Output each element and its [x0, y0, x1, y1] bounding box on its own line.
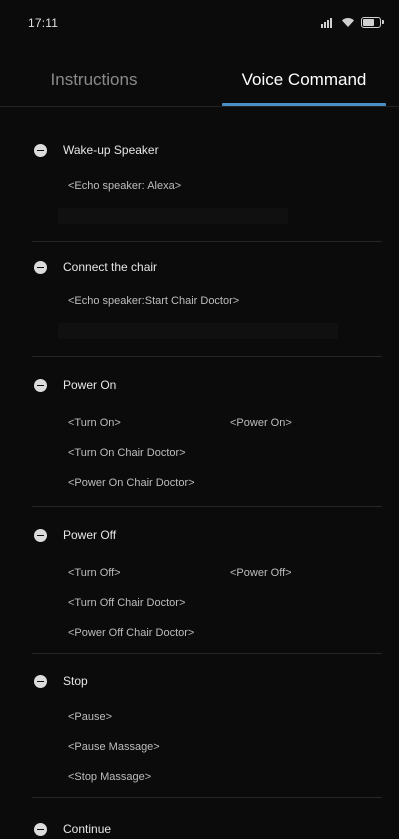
voice-command: <Turn On Chair Doctor> — [68, 447, 186, 459]
collapse-icon[interactable] — [34, 528, 47, 542]
divider — [32, 241, 382, 242]
status-bar: 17:11 — [0, 0, 399, 44]
collapse-icon[interactable] — [34, 822, 47, 836]
status-time: 17:11 — [28, 16, 59, 30]
section-power-off: Power Off <Turn Off> <Power Off> <Turn O… — [34, 525, 382, 639]
section-header[interactable]: Power Off — [34, 525, 382, 545]
divider — [32, 356, 382, 357]
voice-command: <Echo speaker: Alexa> — [68, 180, 182, 192]
signal-icon — [321, 16, 335, 28]
collapse-icon[interactable] — [34, 378, 47, 392]
tab-bar: Instructions Voice Command — [0, 54, 399, 107]
section-header[interactable]: Connect the chair — [34, 257, 382, 277]
section-header[interactable]: Power On — [34, 375, 382, 395]
status-icons — [321, 14, 384, 30]
section-title: Wake-up Speaker — [63, 143, 159, 157]
section-header[interactable]: Stop — [34, 671, 382, 691]
tab-selected-indicator — [222, 103, 386, 106]
voice-command: <Pause Massage> — [68, 741, 160, 753]
section-continue: Continue — [34, 819, 382, 839]
voice-command: <Power On Chair Doctor> — [68, 477, 195, 489]
collapse-icon[interactable] — [34, 143, 47, 157]
blank-bar — [58, 208, 288, 224]
section-power-on: Power On <Turn On> <Power On> <Turn On C… — [34, 375, 382, 489]
section-title: Stop — [63, 674, 88, 688]
section-header[interactable]: Continue — [34, 819, 382, 839]
section-connect-the-chair: Connect the chair <Echo speaker:Start Ch… — [34, 257, 382, 339]
collapse-icon[interactable] — [34, 674, 47, 688]
voice-command: <Turn Off> — [68, 567, 121, 579]
tab-instructions[interactable]: Instructions — [24, 54, 164, 106]
wifi-icon — [342, 18, 354, 27]
section-title: Power On — [63, 378, 117, 392]
section-title: Connect the chair — [63, 260, 158, 274]
voice-command: <Power Off> — [230, 567, 292, 579]
divider — [32, 653, 382, 654]
collapse-icon[interactable] — [34, 260, 47, 274]
voice-command: <Turn On> — [68, 417, 121, 429]
tab-voice-command[interactable]: Voice Command — [222, 54, 386, 106]
voice-command: <Power Off Chair Doctor> — [68, 627, 195, 639]
section-title: Power Off — [63, 528, 117, 542]
voice-command: <Echo speaker:Start Chair Doctor> — [68, 295, 240, 307]
battery-icon — [361, 16, 384, 28]
section-wake-up-speaker: Wake-up Speaker <Echo speaker: Alexa> — [34, 140, 382, 224]
voice-command: <Turn Off Chair Doctor> — [68, 597, 186, 609]
section-stop: Stop <Pause> <Pause Massage> <Stop Massa… — [34, 671, 382, 783]
divider — [32, 797, 382, 798]
section-title: Continue — [63, 822, 112, 836]
voice-command: <Pause> — [68, 711, 113, 723]
blank-bar — [58, 323, 338, 339]
voice-command: <Power On> — [230, 417, 292, 429]
section-header[interactable]: Wake-up Speaker — [34, 140, 382, 160]
divider — [32, 506, 382, 507]
voice-command: <Stop Massage> — [68, 771, 152, 783]
